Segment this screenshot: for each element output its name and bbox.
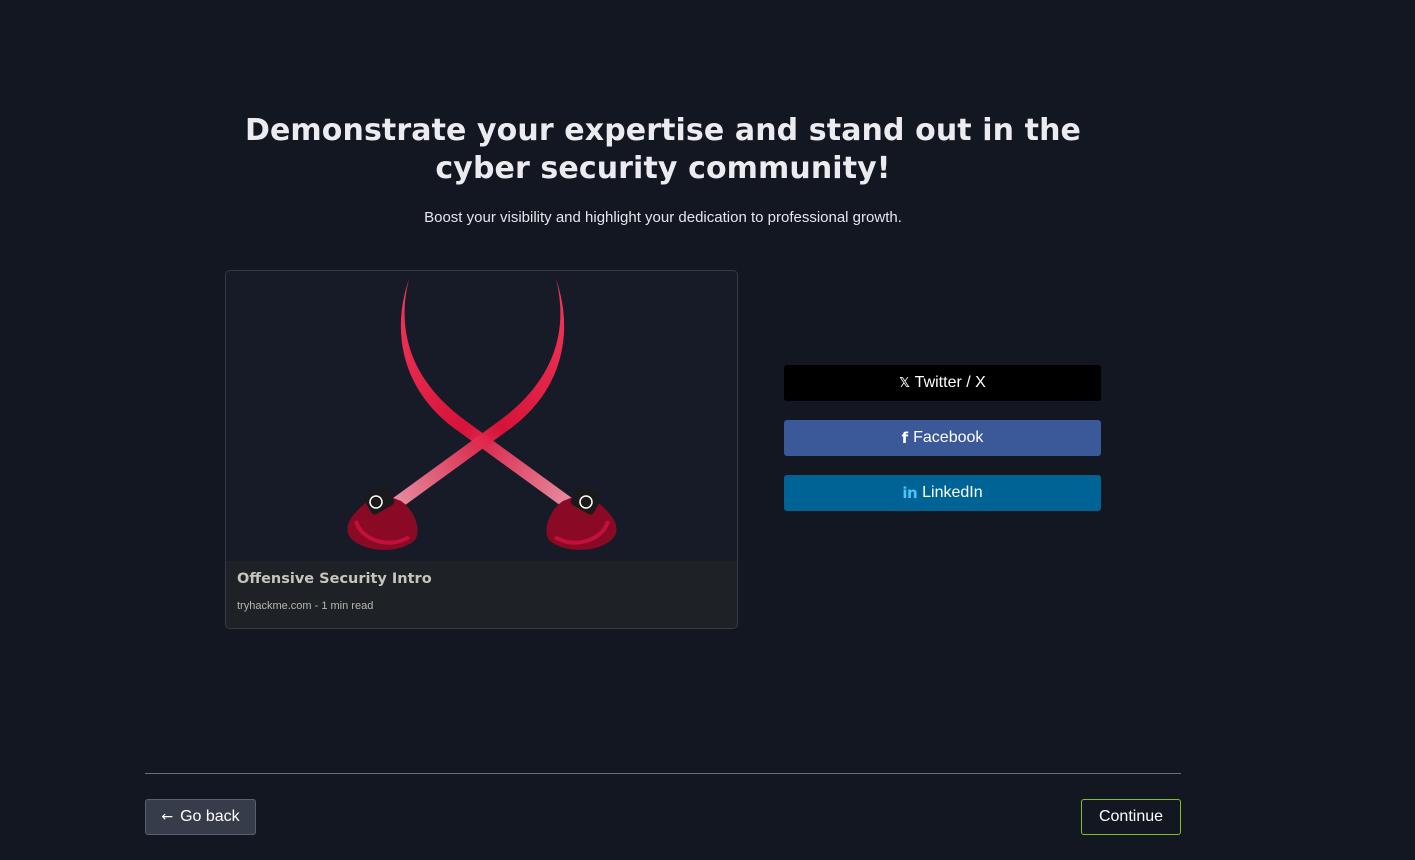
go-back-button[interactable]: ← Go back — [145, 799, 256, 835]
share-linkedin-button[interactable]: in LinkedIn — [784, 475, 1101, 511]
continue-label: Continue — [1098, 808, 1164, 825]
card-meta: tryhackme.com - 1 min read — [237, 600, 374, 612]
linkedin-label: LinkedIn — [922, 484, 983, 501]
card-title: Offensive Security Intro — [237, 571, 432, 587]
card-image — [226, 271, 737, 561]
page-title: Demonstrate your expertise and stand out… — [244, 113, 1081, 186]
share-preview-card: Offensive Security Intro tryhackme.com -… — [225, 270, 738, 629]
twitter-label: Twitter / X — [914, 374, 986, 391]
share-achievement-page: Demonstrate your expertise and stand out… — [0, 0, 1415, 860]
go-back-label: Go back — [180, 808, 240, 825]
share-twitter-button[interactable]: 𝕏 Twitter / X — [784, 365, 1101, 401]
crossed-swords-icon — [347, 279, 617, 550]
facebook-label: Facebook — [913, 429, 984, 446]
arrow-left-icon: ← — [161, 809, 174, 825]
footer-divider — [145, 773, 1181, 774]
share-facebook-button[interactable]: f Facebook — [784, 420, 1101, 456]
card-footer: Offensive Security Intro tryhackme.com -… — [226, 561, 737, 628]
x-logo-icon: 𝕏 — [899, 375, 910, 391]
continue-button[interactable]: Continue — [1081, 799, 1181, 835]
facebook-icon: f — [901, 429, 909, 447]
linkedin-icon: in — [902, 484, 918, 502]
page-subtitle: Boost your visibility and highlight your… — [424, 209, 902, 226]
